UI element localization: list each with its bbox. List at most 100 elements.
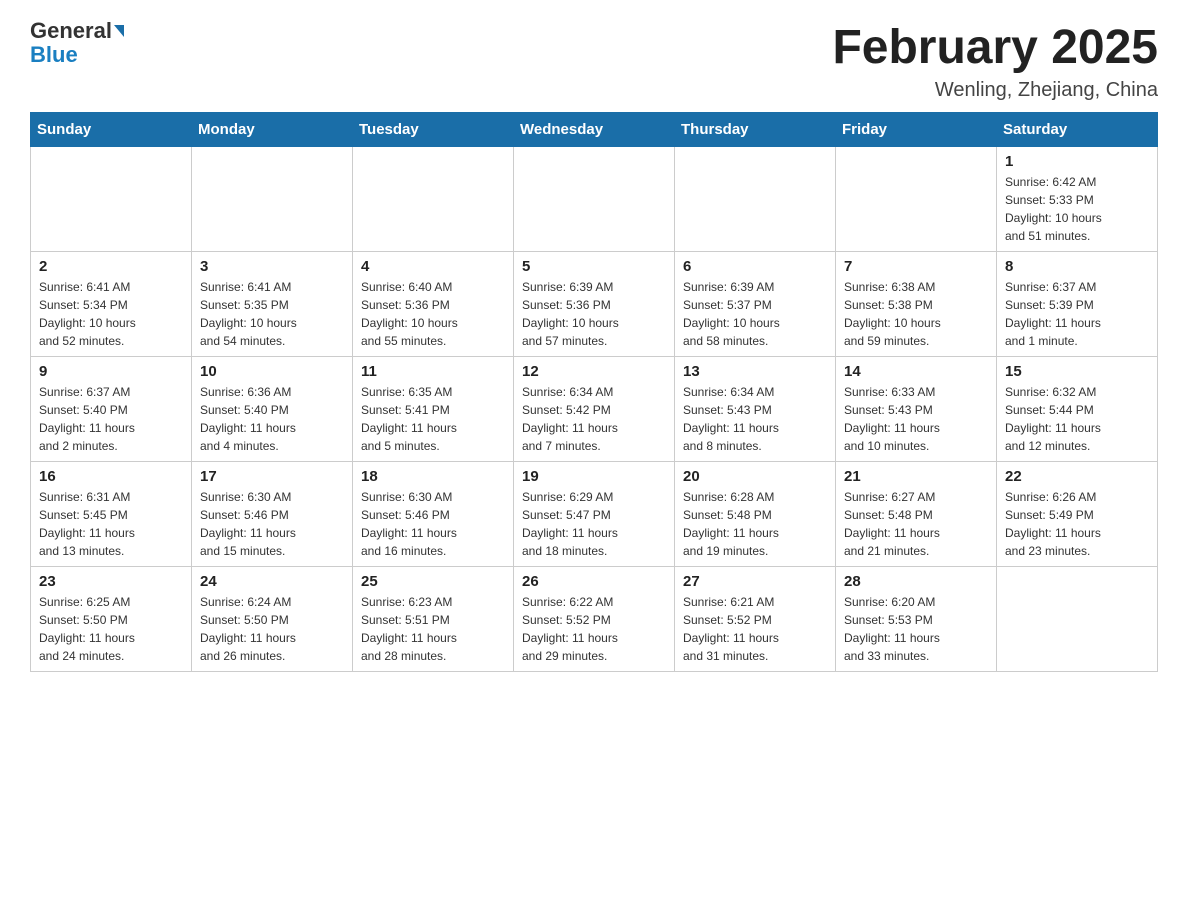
calendar-cell [836, 147, 997, 252]
subtitle: Wenling, Zhejiang, China [832, 79, 1158, 102]
day-info: Sunrise: 6:40 AM Sunset: 5:36 PM Dayligh… [361, 278, 505, 350]
day-info: Sunrise: 6:37 AM Sunset: 5:39 PM Dayligh… [1005, 278, 1149, 350]
calendar-cell: 5 Sunrise: 6:39 AM Sunset: 5:36 PM Daylig… [514, 252, 675, 357]
calendar-cell [514, 147, 675, 252]
weekday-header: Thursday [675, 113, 836, 147]
page-header: General Blue February 2025 Wenling, Zhej… [30, 20, 1158, 102]
calendar-cell: 9 Sunrise: 6:37 AM Sunset: 5:40 PM Daylig… [31, 357, 192, 462]
calendar-cell: 2Sunrise: 6:41 AM Sunset: 5:34 PM Daylig… [31, 252, 192, 357]
weekday-header: Sunday [31, 113, 192, 147]
day-info: Sunrise: 6:33 AM Sunset: 5:43 PM Dayligh… [844, 383, 988, 455]
weekday-header-row: SundayMondayTuesdayWednesdayThursdayFrid… [31, 113, 1158, 147]
weekday-header: Wednesday [514, 113, 675, 147]
weekday-header: Monday [192, 113, 353, 147]
calendar-cell: 3Sunrise: 6:41 AM Sunset: 5:35 PM Daylig… [192, 252, 353, 357]
main-title: February 2025 [832, 20, 1158, 75]
day-number: 18 [361, 468, 505, 485]
day-number: 12 [522, 363, 666, 380]
day-number: 8 [1005, 258, 1149, 275]
calendar-cell: 12 Sunrise: 6:34 AM Sunset: 5:42 PM Dayli… [514, 357, 675, 462]
calendar-cell: 19 Sunrise: 6:29 AM Sunset: 5:47 PM Dayli… [514, 462, 675, 567]
calendar-cell [31, 147, 192, 252]
day-number: 10 [200, 363, 344, 380]
calendar-cell: 25 Sunrise: 6:23 AM Sunset: 5:51 PM Dayli… [353, 567, 514, 672]
day-number: 25 [361, 573, 505, 590]
calendar-cell: 27 Sunrise: 6:21 AM Sunset: 5:52 PM Dayli… [675, 567, 836, 672]
calendar-cell: 17 Sunrise: 6:30 AM Sunset: 5:46 PM Dayli… [192, 462, 353, 567]
logo-general-text: General [30, 20, 112, 42]
day-info: Sunrise: 6:38 AM Sunset: 5:38 PM Dayligh… [844, 278, 988, 350]
calendar-cell: 8 Sunrise: 6:37 AM Sunset: 5:39 PM Daylig… [997, 252, 1158, 357]
day-info: Sunrise: 6:42 AM Sunset: 5:33 PM Dayligh… [1005, 173, 1149, 245]
day-info: Sunrise: 6:30 AM Sunset: 5:46 PM Dayligh… [200, 488, 344, 560]
calendar-cell: 21 Sunrise: 6:27 AM Sunset: 5:48 PM Dayli… [836, 462, 997, 567]
day-number: 20 [683, 468, 827, 485]
day-number: 13 [683, 363, 827, 380]
day-number: 5 [522, 258, 666, 275]
logo-blue-text: Blue [30, 44, 78, 66]
day-number: 17 [200, 468, 344, 485]
calendar-week-row: 23Sunrise: 6:25 AM Sunset: 5:50 PM Dayli… [31, 567, 1158, 672]
day-number: 24 [200, 573, 344, 590]
calendar-cell: 13 Sunrise: 6:34 AM Sunset: 5:43 PM Dayli… [675, 357, 836, 462]
day-number: 2 [39, 258, 183, 275]
day-number: 21 [844, 468, 988, 485]
calendar-cell: 28 Sunrise: 6:20 AM Sunset: 5:53 PM Dayli… [836, 567, 997, 672]
day-info: Sunrise: 6:26 AM Sunset: 5:49 PM Dayligh… [1005, 488, 1149, 560]
calendar-cell: 20 Sunrise: 6:28 AM Sunset: 5:48 PM Dayli… [675, 462, 836, 567]
day-info: Sunrise: 6:29 AM Sunset: 5:47 PM Dayligh… [522, 488, 666, 560]
calendar-cell: 23Sunrise: 6:25 AM Sunset: 5:50 PM Dayli… [31, 567, 192, 672]
calendar-week-row: 1 Sunrise: 6:42 AM Sunset: 5:33 PM Daylig… [31, 147, 1158, 252]
calendar-week-row: 16 Sunrise: 6:31 AM Sunset: 5:45 PM Dayli… [31, 462, 1158, 567]
calendar-cell: 1 Sunrise: 6:42 AM Sunset: 5:33 PM Daylig… [997, 147, 1158, 252]
calendar-cell: 4 Sunrise: 6:40 AM Sunset: 5:36 PM Daylig… [353, 252, 514, 357]
calendar-cell: 15 Sunrise: 6:32 AM Sunset: 5:44 PM Dayli… [997, 357, 1158, 462]
calendar-cell: 6 Sunrise: 6:39 AM Sunset: 5:37 PM Daylig… [675, 252, 836, 357]
weekday-header: Saturday [997, 113, 1158, 147]
day-number: 28 [844, 573, 988, 590]
day-info: Sunrise: 6:37 AM Sunset: 5:40 PM Dayligh… [39, 383, 183, 455]
day-info: Sunrise: 6:22 AM Sunset: 5:52 PM Dayligh… [522, 593, 666, 665]
calendar-cell [192, 147, 353, 252]
calendar-cell: 16 Sunrise: 6:31 AM Sunset: 5:45 PM Dayli… [31, 462, 192, 567]
day-info: Sunrise: 6:34 AM Sunset: 5:42 PM Dayligh… [522, 383, 666, 455]
day-number: 6 [683, 258, 827, 275]
day-number: 11 [361, 363, 505, 380]
calendar-cell: 7 Sunrise: 6:38 AM Sunset: 5:38 PM Daylig… [836, 252, 997, 357]
day-number: 7 [844, 258, 988, 275]
day-number: 19 [522, 468, 666, 485]
day-info: Sunrise: 6:39 AM Sunset: 5:36 PM Dayligh… [522, 278, 666, 350]
weekday-header: Tuesday [353, 113, 514, 147]
day-info: Sunrise: 6:23 AM Sunset: 5:51 PM Dayligh… [361, 593, 505, 665]
day-info: Sunrise: 6:35 AM Sunset: 5:41 PM Dayligh… [361, 383, 505, 455]
day-number: 4 [361, 258, 505, 275]
day-info: Sunrise: 6:39 AM Sunset: 5:37 PM Dayligh… [683, 278, 827, 350]
day-info: Sunrise: 6:31 AM Sunset: 5:45 PM Dayligh… [39, 488, 183, 560]
day-info: Sunrise: 6:36 AM Sunset: 5:40 PM Dayligh… [200, 383, 344, 455]
day-info: Sunrise: 6:28 AM Sunset: 5:48 PM Dayligh… [683, 488, 827, 560]
calendar-cell: 24 Sunrise: 6:24 AM Sunset: 5:50 PM Dayli… [192, 567, 353, 672]
day-info: Sunrise: 6:21 AM Sunset: 5:52 PM Dayligh… [683, 593, 827, 665]
calendar-cell: 14Sunrise: 6:33 AM Sunset: 5:43 PM Dayli… [836, 357, 997, 462]
day-info: Sunrise: 6:20 AM Sunset: 5:53 PM Dayligh… [844, 593, 988, 665]
calendar-cell: 26Sunrise: 6:22 AM Sunset: 5:52 PM Dayli… [514, 567, 675, 672]
day-info: Sunrise: 6:30 AM Sunset: 5:46 PM Dayligh… [361, 488, 505, 560]
day-info: Sunrise: 6:32 AM Sunset: 5:44 PM Dayligh… [1005, 383, 1149, 455]
logo: General Blue [30, 20, 124, 66]
day-number: 1 [1005, 153, 1149, 170]
day-info: Sunrise: 6:34 AM Sunset: 5:43 PM Dayligh… [683, 383, 827, 455]
day-number: 9 [39, 363, 183, 380]
title-block: February 2025 Wenling, Zhejiang, China [832, 20, 1158, 102]
day-number: 22 [1005, 468, 1149, 485]
calendar-cell: 10 Sunrise: 6:36 AM Sunset: 5:40 PM Dayli… [192, 357, 353, 462]
day-number: 16 [39, 468, 183, 485]
calendar-week-row: 2Sunrise: 6:41 AM Sunset: 5:34 PM Daylig… [31, 252, 1158, 357]
calendar-cell: 18 Sunrise: 6:30 AM Sunset: 5:46 PM Dayli… [353, 462, 514, 567]
day-info: Sunrise: 6:27 AM Sunset: 5:48 PM Dayligh… [844, 488, 988, 560]
calendar-cell: 11 Sunrise: 6:35 AM Sunset: 5:41 PM Dayli… [353, 357, 514, 462]
day-number: 27 [683, 573, 827, 590]
calendar-cell [353, 147, 514, 252]
day-info: Sunrise: 6:24 AM Sunset: 5:50 PM Dayligh… [200, 593, 344, 665]
day-number: 15 [1005, 363, 1149, 380]
day-info: Sunrise: 6:41 AM Sunset: 5:35 PM Dayligh… [200, 278, 344, 350]
